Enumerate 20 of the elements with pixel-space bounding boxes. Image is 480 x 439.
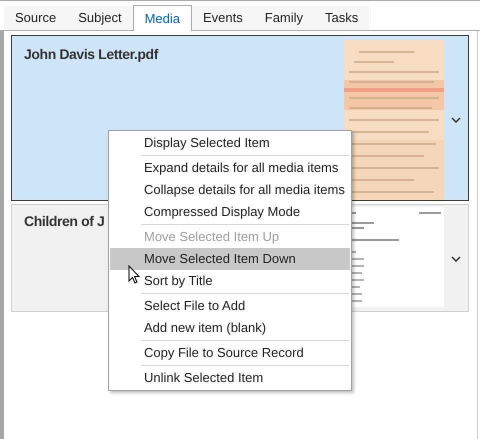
menu-item[interactable]: Copy File to Source Record <box>110 342 350 364</box>
menu-item[interactable]: Add new item (blank) <box>110 317 350 339</box>
menu-item[interactable]: Unlink Selected Item <box>110 367 350 389</box>
menu-item[interactable]: Expand details for all media items <box>110 157 350 179</box>
menu-item[interactable]: Compressed Display Mode <box>110 201 350 223</box>
tab[interactable]: Events <box>192 6 254 30</box>
menu-item[interactable]: Display Selected Item <box>110 132 350 154</box>
chevron-down-icon[interactable] <box>451 117 461 123</box>
tab[interactable]: Subject <box>67 6 133 30</box>
tab[interactable]: Source <box>4 6 68 30</box>
media-title: Children of J <box>24 212 104 231</box>
tab[interactable]: Media <box>132 5 192 31</box>
media-title: John Davis Letter.pdf <box>24 45 158 64</box>
tab[interactable]: Tasks <box>314 6 370 30</box>
menu-item[interactable]: Sort by Title <box>110 270 350 292</box>
chevron-down-icon[interactable] <box>451 256 461 262</box>
tab[interactable]: Family <box>254 6 314 30</box>
menu-item[interactable]: Move Selected Item Down <box>110 248 350 270</box>
menu-item[interactable]: Collapse details for all media items <box>110 179 350 201</box>
mouse-cursor-icon <box>128 265 140 284</box>
